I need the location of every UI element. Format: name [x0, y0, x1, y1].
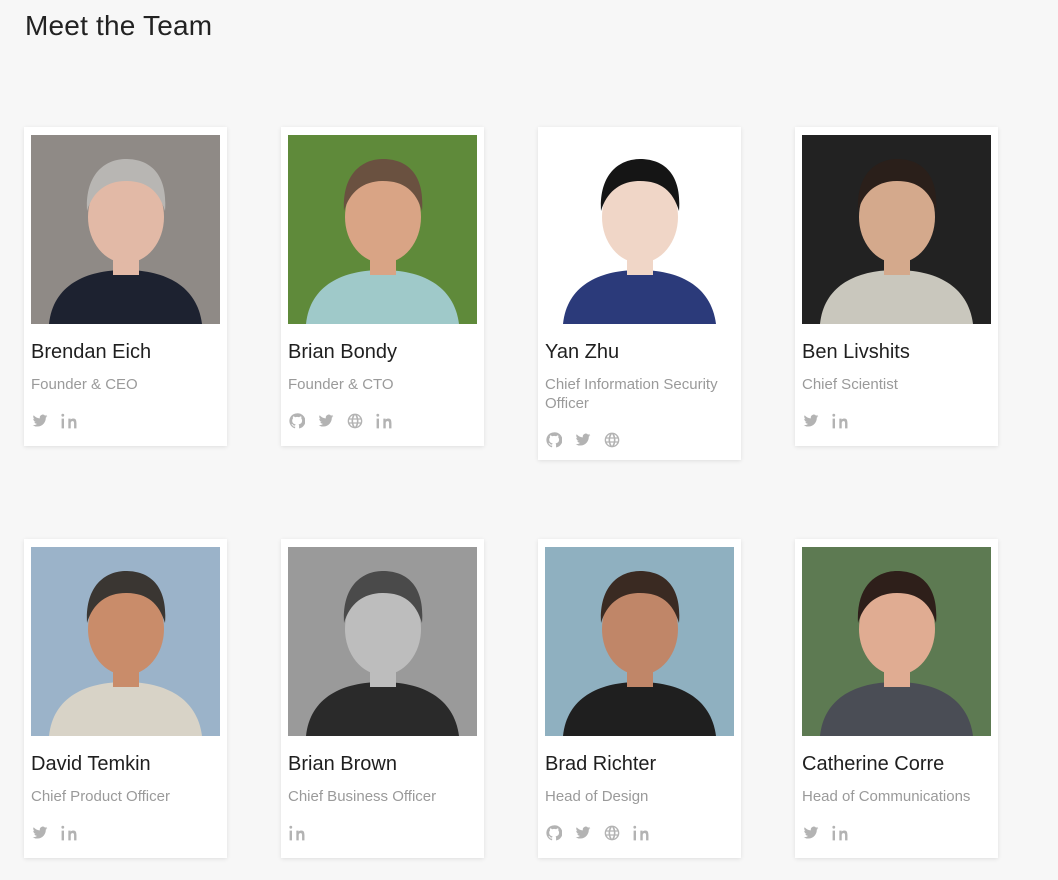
- github-icon[interactable]: [545, 431, 562, 448]
- member-social-links: [545, 824, 734, 845]
- team-member-card: Brian Brown Chief Business Officer: [281, 539, 484, 858]
- linkedin-icon[interactable]: [288, 824, 305, 841]
- member-social-links: [31, 824, 220, 845]
- member-social-links: [802, 824, 991, 845]
- website-icon[interactable]: [603, 431, 620, 448]
- linkedin-icon[interactable]: [375, 412, 392, 429]
- team-member-card: Brad Richter Head of Design: [538, 539, 741, 858]
- member-role: Chief Information Security Officer: [545, 376, 718, 412]
- member-name: Brad Richter: [545, 753, 657, 775]
- member-social-links: [545, 431, 734, 452]
- member-social-links: [288, 412, 477, 433]
- member-role: Founder & CEO: [31, 376, 138, 393]
- linkedin-icon[interactable]: [632, 824, 649, 841]
- linkedin-icon[interactable]: [831, 824, 848, 841]
- member-name: Catherine Corre: [802, 753, 945, 775]
- member-name: David Temkin: [31, 753, 151, 775]
- member-name: Yan Zhu: [545, 341, 620, 363]
- page-title: Meet the Team: [25, 10, 213, 41]
- member-social-links: [288, 824, 477, 845]
- twitter-icon[interactable]: [802, 412, 819, 429]
- team-member-card: Ben Livshits Chief Scientist: [795, 127, 998, 446]
- member-name: Brendan Eich: [31, 341, 152, 363]
- twitter-icon[interactable]: [802, 824, 819, 841]
- member-name: Brian Bondy: [288, 341, 397, 363]
- member-photo: [545, 135, 734, 324]
- member-role: Chief Business Officer: [288, 788, 437, 805]
- linkedin-icon[interactable]: [60, 412, 77, 429]
- team-grid: Brendan Eich Founder & CEO Brian Bondy Foun…: [24, 127, 1034, 858]
- member-photo: [31, 135, 220, 324]
- github-icon[interactable]: [288, 412, 305, 429]
- member-role: Head of Communications: [802, 788, 971, 805]
- linkedin-icon[interactable]: [60, 824, 77, 841]
- twitter-icon[interactable]: [31, 412, 48, 429]
- twitter-icon[interactable]: [574, 824, 591, 841]
- website-icon[interactable]: [346, 412, 363, 429]
- team-member-card: Brendan Eich Founder & CEO: [24, 127, 227, 446]
- member-name: Ben Livshits: [802, 341, 910, 363]
- twitter-icon[interactable]: [317, 412, 334, 429]
- member-photo: [545, 547, 734, 736]
- member-social-links: [802, 412, 991, 433]
- twitter-icon[interactable]: [574, 431, 591, 448]
- team-member-card: David Temkin Chief Product Officer: [24, 539, 227, 858]
- twitter-icon[interactable]: [31, 824, 48, 841]
- member-social-links: [31, 412, 220, 433]
- member-photo: [288, 135, 477, 324]
- member-role: Chief Scientist: [802, 376, 898, 393]
- member-role: Head of Design: [545, 788, 649, 805]
- member-photo: [31, 547, 220, 736]
- member-role: Chief Product Officer: [31, 788, 170, 805]
- member-photo: [802, 135, 991, 324]
- member-role: Founder & CTO: [288, 376, 394, 393]
- member-name: Brian Brown: [288, 753, 397, 775]
- linkedin-icon[interactable]: [831, 412, 848, 429]
- team-member-card: Brian Bondy Founder & CTO: [281, 127, 484, 446]
- team-member-card: Yan Zhu Chief Information Security Office…: [538, 127, 741, 460]
- website-icon[interactable]: [603, 824, 620, 841]
- member-photo: [802, 547, 991, 736]
- github-icon[interactable]: [545, 824, 562, 841]
- member-photo: [288, 547, 477, 736]
- team-member-card: Catherine Corre Head of Communications: [795, 539, 998, 858]
